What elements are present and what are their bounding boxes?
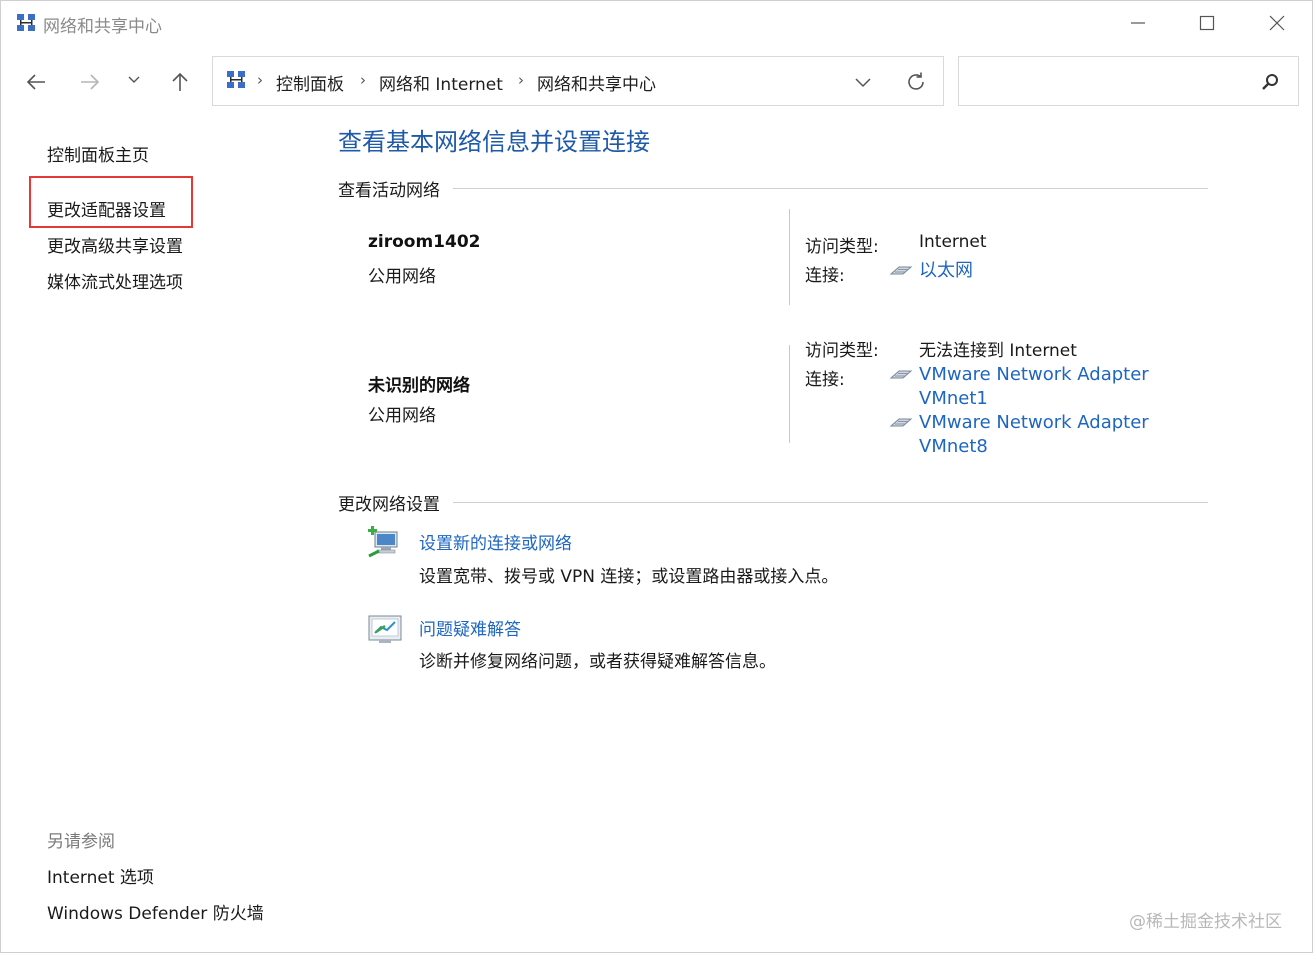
- search-input[interactable]: [958, 56, 1299, 106]
- setup-new-connection-description: 设置宽带、拨号或 VPN 连接；或设置路由器或接入点。: [419, 567, 839, 587]
- change-adapter-settings-link[interactable]: 更改适配器设置: [47, 196, 166, 221]
- window-title: 网络和共享中心: [43, 17, 162, 37]
- breadcrumb-separator: ›: [360, 71, 366, 89]
- connection-label: 连接:: [805, 266, 845, 286]
- new-connection-icon: [368, 526, 398, 558]
- network-name: 未识别的网络: [368, 376, 470, 396]
- access-type-label: 访问类型:: [805, 237, 879, 257]
- troubleshoot-problems-link[interactable]: 问题疑难解答: [419, 615, 521, 640]
- recent-locations-button[interactable]: [117, 65, 151, 99]
- network-divider: [789, 345, 790, 443]
- network-center-icon: [227, 71, 245, 88]
- internet-options-link[interactable]: Internet 选项: [47, 863, 154, 888]
- search-icon: [1262, 74, 1278, 90]
- defender-firewall-link[interactable]: Windows Defender 防火墙: [47, 899, 264, 924]
- network-type[interactable]: 公用网络: [368, 262, 436, 287]
- access-type-value: 无法连接到 Internet: [919, 341, 1077, 361]
- vmnet1-connection-link[interactable]: VMware Network Adapter VMnet1: [919, 363, 1179, 411]
- see-also-heading: 另请参阅: [47, 832, 115, 852]
- network-type[interactable]: 公用网络: [368, 401, 436, 426]
- change-settings-heading: 更改网络设置: [338, 490, 440, 515]
- page-title: 查看基本网络信息并设置连接: [338, 128, 650, 156]
- breadcrumb-network-internet[interactable]: 网络和 Internet: [379, 70, 503, 95]
- forward-arrow-icon: [81, 74, 100, 90]
- address-bar[interactable]: › 控制面板 › 网络和 Internet › 网络和共享中心: [212, 56, 944, 106]
- network-divider: [789, 209, 790, 305]
- access-type-value: Internet: [919, 232, 987, 252]
- ethernet-icon: [889, 266, 913, 275]
- ethernet-icon: [889, 370, 913, 379]
- refresh-icon[interactable]: [905, 71, 927, 93]
- forward-button[interactable]: [73, 65, 107, 99]
- breadcrumb-network-sharing-center[interactable]: 网络和共享中心: [537, 70, 656, 95]
- up-arrow-icon: [172, 72, 188, 91]
- troubleshoot-problems-description: 诊断并修复网络问题，或者获得疑难解答信息。: [419, 652, 776, 672]
- breadcrumb-separator: ›: [518, 71, 524, 89]
- access-type-label: 访问类型:: [805, 341, 879, 361]
- setup-new-connection-link[interactable]: 设置新的连接或网络: [419, 529, 572, 554]
- control-panel-home-link[interactable]: 控制面板主页: [47, 141, 149, 166]
- minimize-icon: [1131, 22, 1145, 24]
- back-button[interactable]: [19, 65, 53, 99]
- breadcrumb-control-panel[interactable]: 控制面板: [276, 70, 344, 95]
- section-divider: [453, 188, 1208, 189]
- chevron-down-icon[interactable]: [853, 72, 873, 92]
- close-button[interactable]: [1254, 7, 1300, 39]
- change-advanced-sharing-link[interactable]: 更改高级共享设置: [47, 232, 183, 257]
- chevron-down-icon: [128, 76, 140, 83]
- ethernet-icon: [889, 418, 913, 427]
- vmnet8-connection-link[interactable]: VMware Network Adapter VMnet8: [919, 411, 1179, 459]
- network-center-icon: [17, 14, 35, 31]
- maximize-button[interactable]: [1184, 7, 1230, 39]
- breadcrumb-separator: ›: [257, 71, 263, 89]
- close-icon: [1269, 15, 1285, 31]
- troubleshoot-icon: [368, 615, 402, 643]
- connection-label: 连接:: [805, 370, 845, 390]
- network-sharing-center-window: 网络和共享中心 › 控制面板 › 网络和 Internet › 网络和共享中心 …: [0, 0, 1313, 953]
- watermark: @稀土掘金技术社区: [1129, 912, 1282, 932]
- maximize-icon: [1199, 15, 1215, 31]
- title-bar: 网络和共享中心: [1, 1, 1312, 45]
- up-button[interactable]: [163, 65, 197, 99]
- minimize-button[interactable]: [1115, 7, 1161, 39]
- network-name: ziroom1402: [368, 232, 481, 252]
- back-arrow-icon: [26, 74, 45, 90]
- media-streaming-options-link[interactable]: 媒体流式处理选项: [47, 268, 183, 293]
- ethernet-connection-link[interactable]: 以太网: [919, 259, 1179, 283]
- section-divider: [453, 502, 1208, 503]
- active-networks-heading: 查看活动网络: [338, 176, 440, 201]
